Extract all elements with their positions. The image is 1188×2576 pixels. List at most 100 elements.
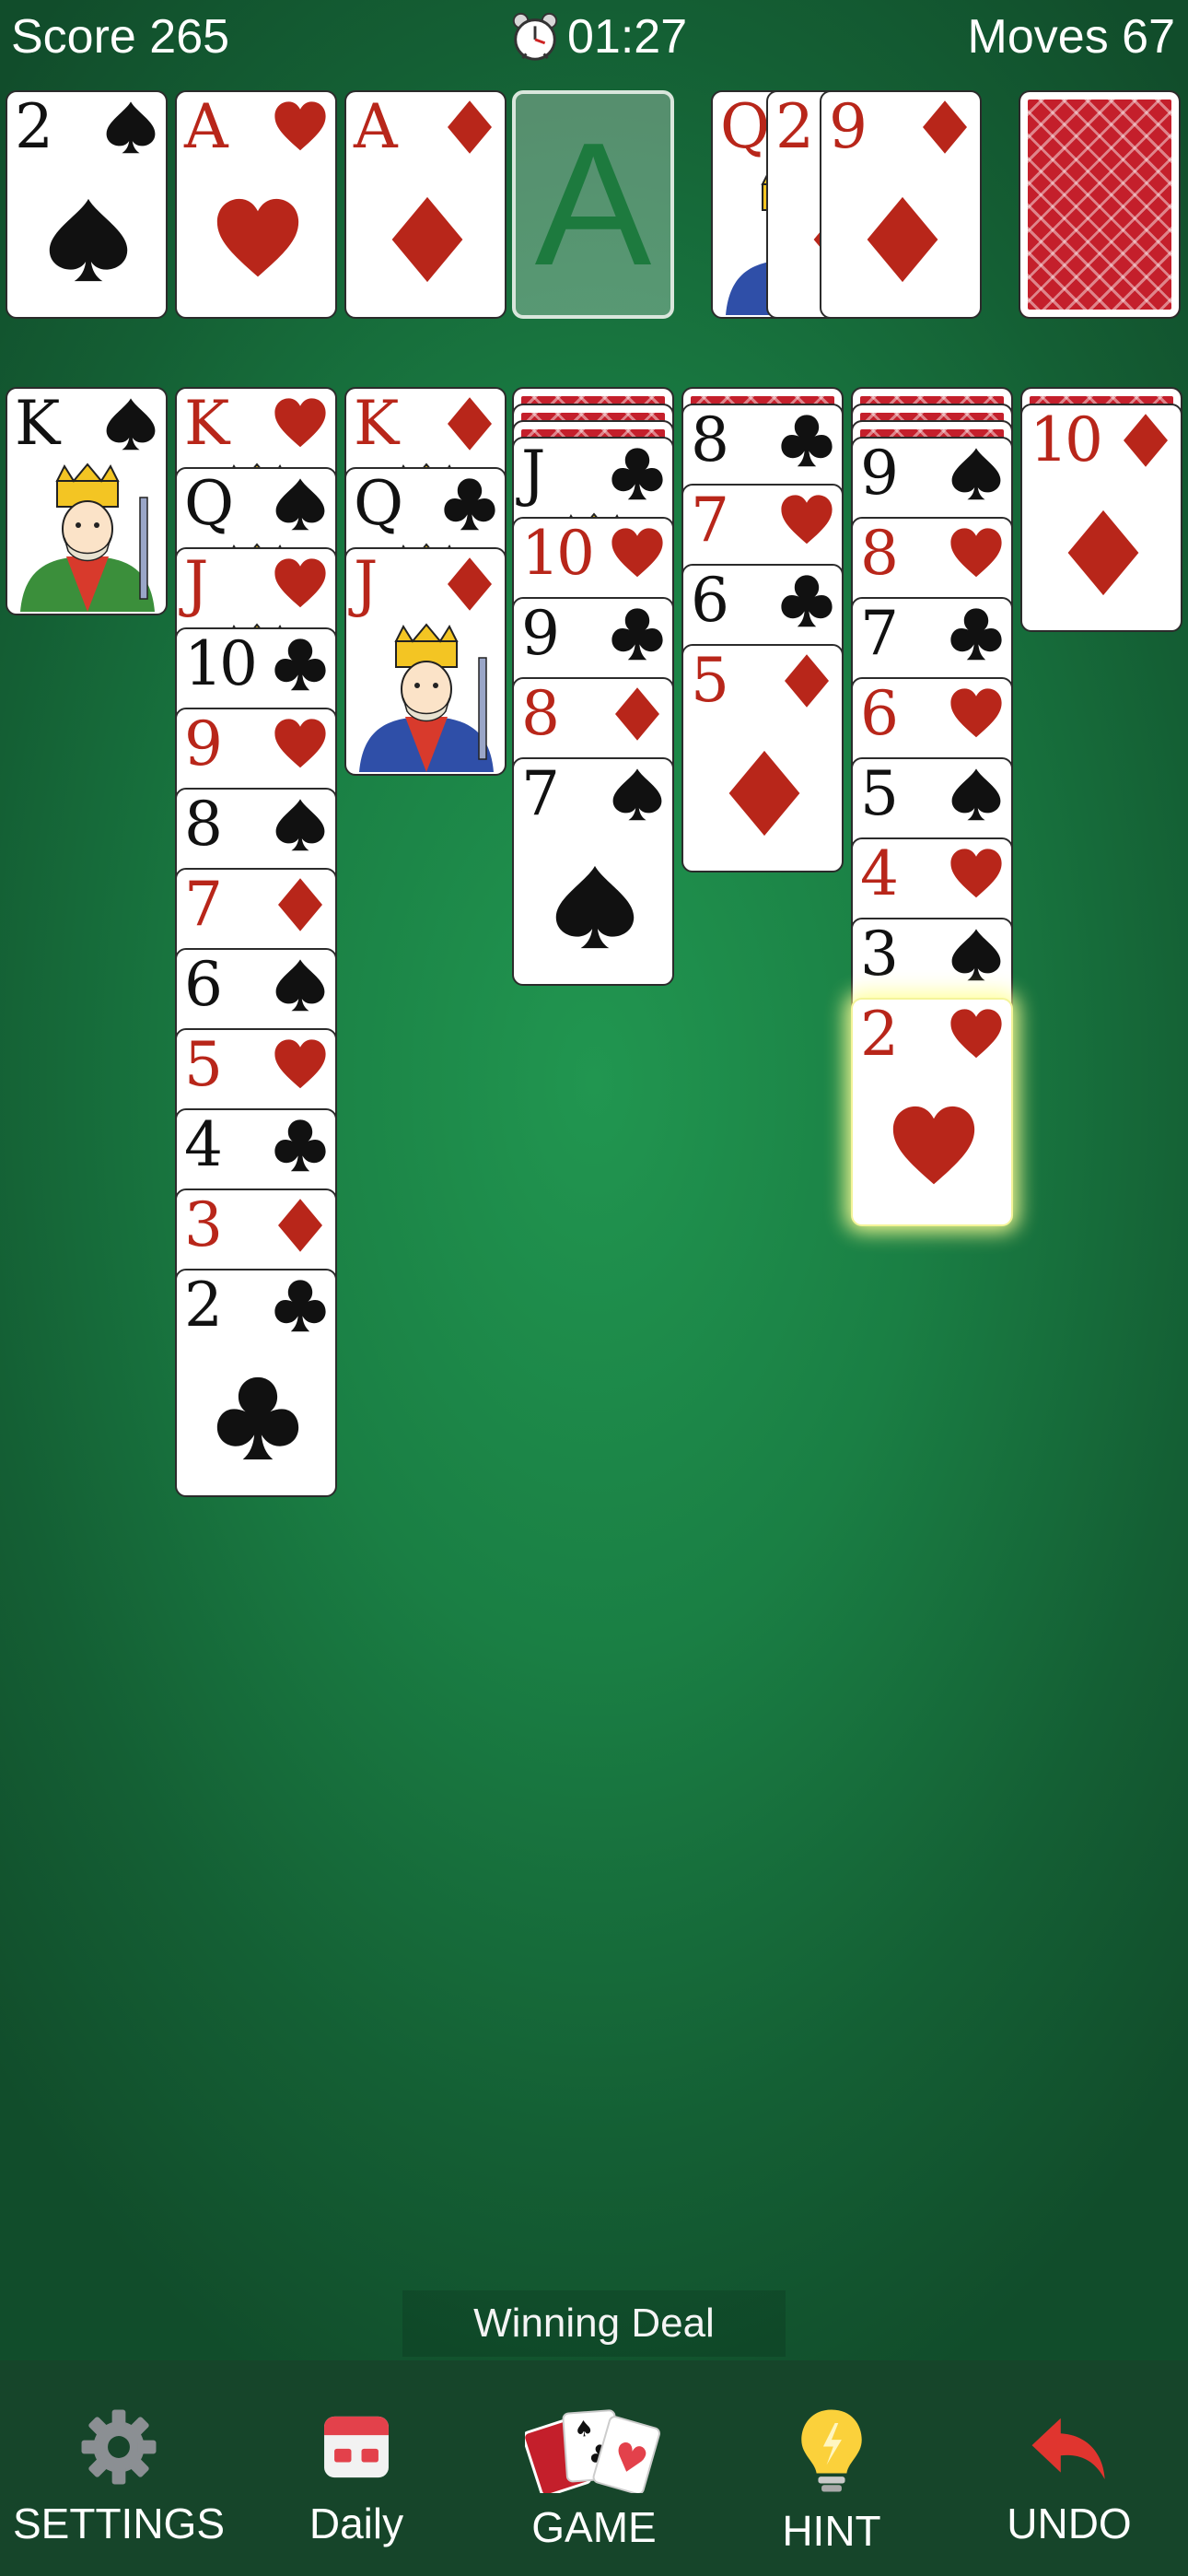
undo-arrow-icon xyxy=(1031,2418,1105,2479)
hearts-icon xyxy=(950,849,1002,898)
tableau-card[interactable]: 10 xyxy=(1020,404,1182,632)
stock-pile[interactable] xyxy=(1019,90,1181,319)
foundation-card[interactable]: 2 xyxy=(6,90,168,319)
card-rank: J xyxy=(184,548,209,619)
spades-icon xyxy=(951,768,1001,821)
card-rank: 8 xyxy=(691,404,729,475)
waste-card[interactable]: 9 xyxy=(820,90,982,319)
tableau-card[interactable]: 7 xyxy=(512,757,674,986)
card-rank: 4 xyxy=(860,838,899,909)
hearts-icon xyxy=(611,528,663,578)
tableau-card[interactable]: 2 xyxy=(175,1269,337,1497)
winning-deal-banner: Winning Deal xyxy=(402,2290,786,2357)
clubs-icon xyxy=(444,478,495,531)
diamonds-icon xyxy=(1124,414,1168,467)
top-status-bar: Score 265 01:27 Moves 67 xyxy=(0,0,1188,83)
foundation-empty-slot[interactable]: A xyxy=(512,90,674,319)
calendar-icon xyxy=(324,2416,389,2478)
spades-icon xyxy=(555,865,635,949)
card-rank: 7 xyxy=(691,485,729,556)
spades-icon xyxy=(49,198,128,282)
diamonds-icon xyxy=(448,557,492,611)
score-display: Score 265 xyxy=(11,10,230,64)
game-button[interactable]: ♠ ♣ ♥ GAME xyxy=(475,2360,713,2576)
spades-icon xyxy=(275,959,325,1012)
card-rank: Q xyxy=(354,468,403,539)
card-rank: 3 xyxy=(860,919,899,989)
hearts-icon xyxy=(950,1009,1002,1059)
hearts-icon xyxy=(274,1039,326,1089)
hearts-icon xyxy=(892,1106,975,1185)
undo-button[interactable]: UNDO xyxy=(950,2360,1188,2576)
card-rank: 8 xyxy=(860,518,899,589)
card-rank: K xyxy=(184,388,229,459)
hint-button[interactable]: HINT xyxy=(713,2360,950,2576)
foundation-card[interactable]: A xyxy=(344,90,507,319)
card-rank: K xyxy=(354,388,399,459)
tableau-card[interactable]: J xyxy=(344,547,507,776)
clubs-icon xyxy=(611,448,663,500)
undo-label: UNDO xyxy=(1007,2500,1132,2547)
card-rank: 10 xyxy=(521,518,595,589)
card-rank: 8 xyxy=(184,789,223,860)
card-rank: 10 xyxy=(1030,404,1103,475)
tableau-card[interactable]: 2 xyxy=(851,998,1013,1226)
bottom-toolbar: SETTINGS Daily ♠ ♣ ♥ GAME xyxy=(0,2360,1188,2576)
daily-button[interactable]: Daily xyxy=(238,2360,475,2576)
svg-text:♠: ♠ xyxy=(573,2416,594,2442)
card-rank: 6 xyxy=(860,678,899,749)
spades-icon xyxy=(612,768,662,821)
clubs-icon xyxy=(274,638,326,691)
tableau-card[interactable]: 5 xyxy=(681,644,844,872)
moves-display: Moves 67 xyxy=(967,10,1175,64)
cards-icon: ♠ ♣ ♥ xyxy=(525,2409,660,2493)
card-rank: J xyxy=(354,548,379,619)
clubs-icon xyxy=(781,415,833,467)
hint-label: HINT xyxy=(782,2507,881,2555)
diamonds-icon xyxy=(615,687,659,741)
spades-icon xyxy=(106,398,156,451)
card-rank: 5 xyxy=(860,758,899,829)
clubs-icon xyxy=(781,575,833,627)
clubs-icon xyxy=(216,1376,299,1460)
court-figure-icon xyxy=(11,461,164,612)
card-rank: 9 xyxy=(184,708,223,779)
card-rank: A xyxy=(184,91,228,162)
foundation-card[interactable]: A xyxy=(175,90,337,319)
card-rank: Q xyxy=(184,468,234,539)
clubs-icon xyxy=(950,608,1002,661)
card-rank: J xyxy=(521,438,546,509)
card-rank: 9 xyxy=(860,438,899,509)
lightbulb-icon xyxy=(801,2409,862,2492)
clubs-icon xyxy=(611,608,663,661)
spades-icon xyxy=(275,799,325,851)
card-rank: 5 xyxy=(691,645,729,716)
settings-button[interactable]: SETTINGS xyxy=(0,2360,238,2576)
spades-icon xyxy=(275,478,325,531)
card-rank: 2 xyxy=(860,999,899,1070)
alarm-clock-icon xyxy=(512,12,558,61)
spades-icon xyxy=(951,929,1001,981)
hearts-icon xyxy=(274,398,326,448)
timer-display: 01:27 xyxy=(508,9,687,64)
diamonds-icon xyxy=(785,654,829,708)
diamonds-icon xyxy=(278,1199,322,1252)
card-rank: 9 xyxy=(829,91,868,162)
diamonds-icon xyxy=(448,397,492,451)
court-figure-icon xyxy=(350,621,503,772)
daily-label: Daily xyxy=(309,2500,404,2547)
card-rank: 4 xyxy=(184,1109,223,1180)
card-rank: 5 xyxy=(184,1029,223,1100)
diamonds-icon xyxy=(448,100,492,154)
spades-icon xyxy=(106,101,156,154)
diamonds-icon xyxy=(923,100,967,154)
card-rank: 7 xyxy=(184,869,223,940)
diamonds-icon xyxy=(391,196,463,283)
card-rank: Q xyxy=(720,91,770,162)
tableau-card[interactable]: K xyxy=(6,387,168,615)
hearts-icon xyxy=(781,495,833,544)
card-rank: 10 xyxy=(184,628,258,699)
card-rank: 7 xyxy=(860,598,899,669)
diamonds-icon xyxy=(867,196,938,283)
card-rank: 6 xyxy=(691,565,729,636)
